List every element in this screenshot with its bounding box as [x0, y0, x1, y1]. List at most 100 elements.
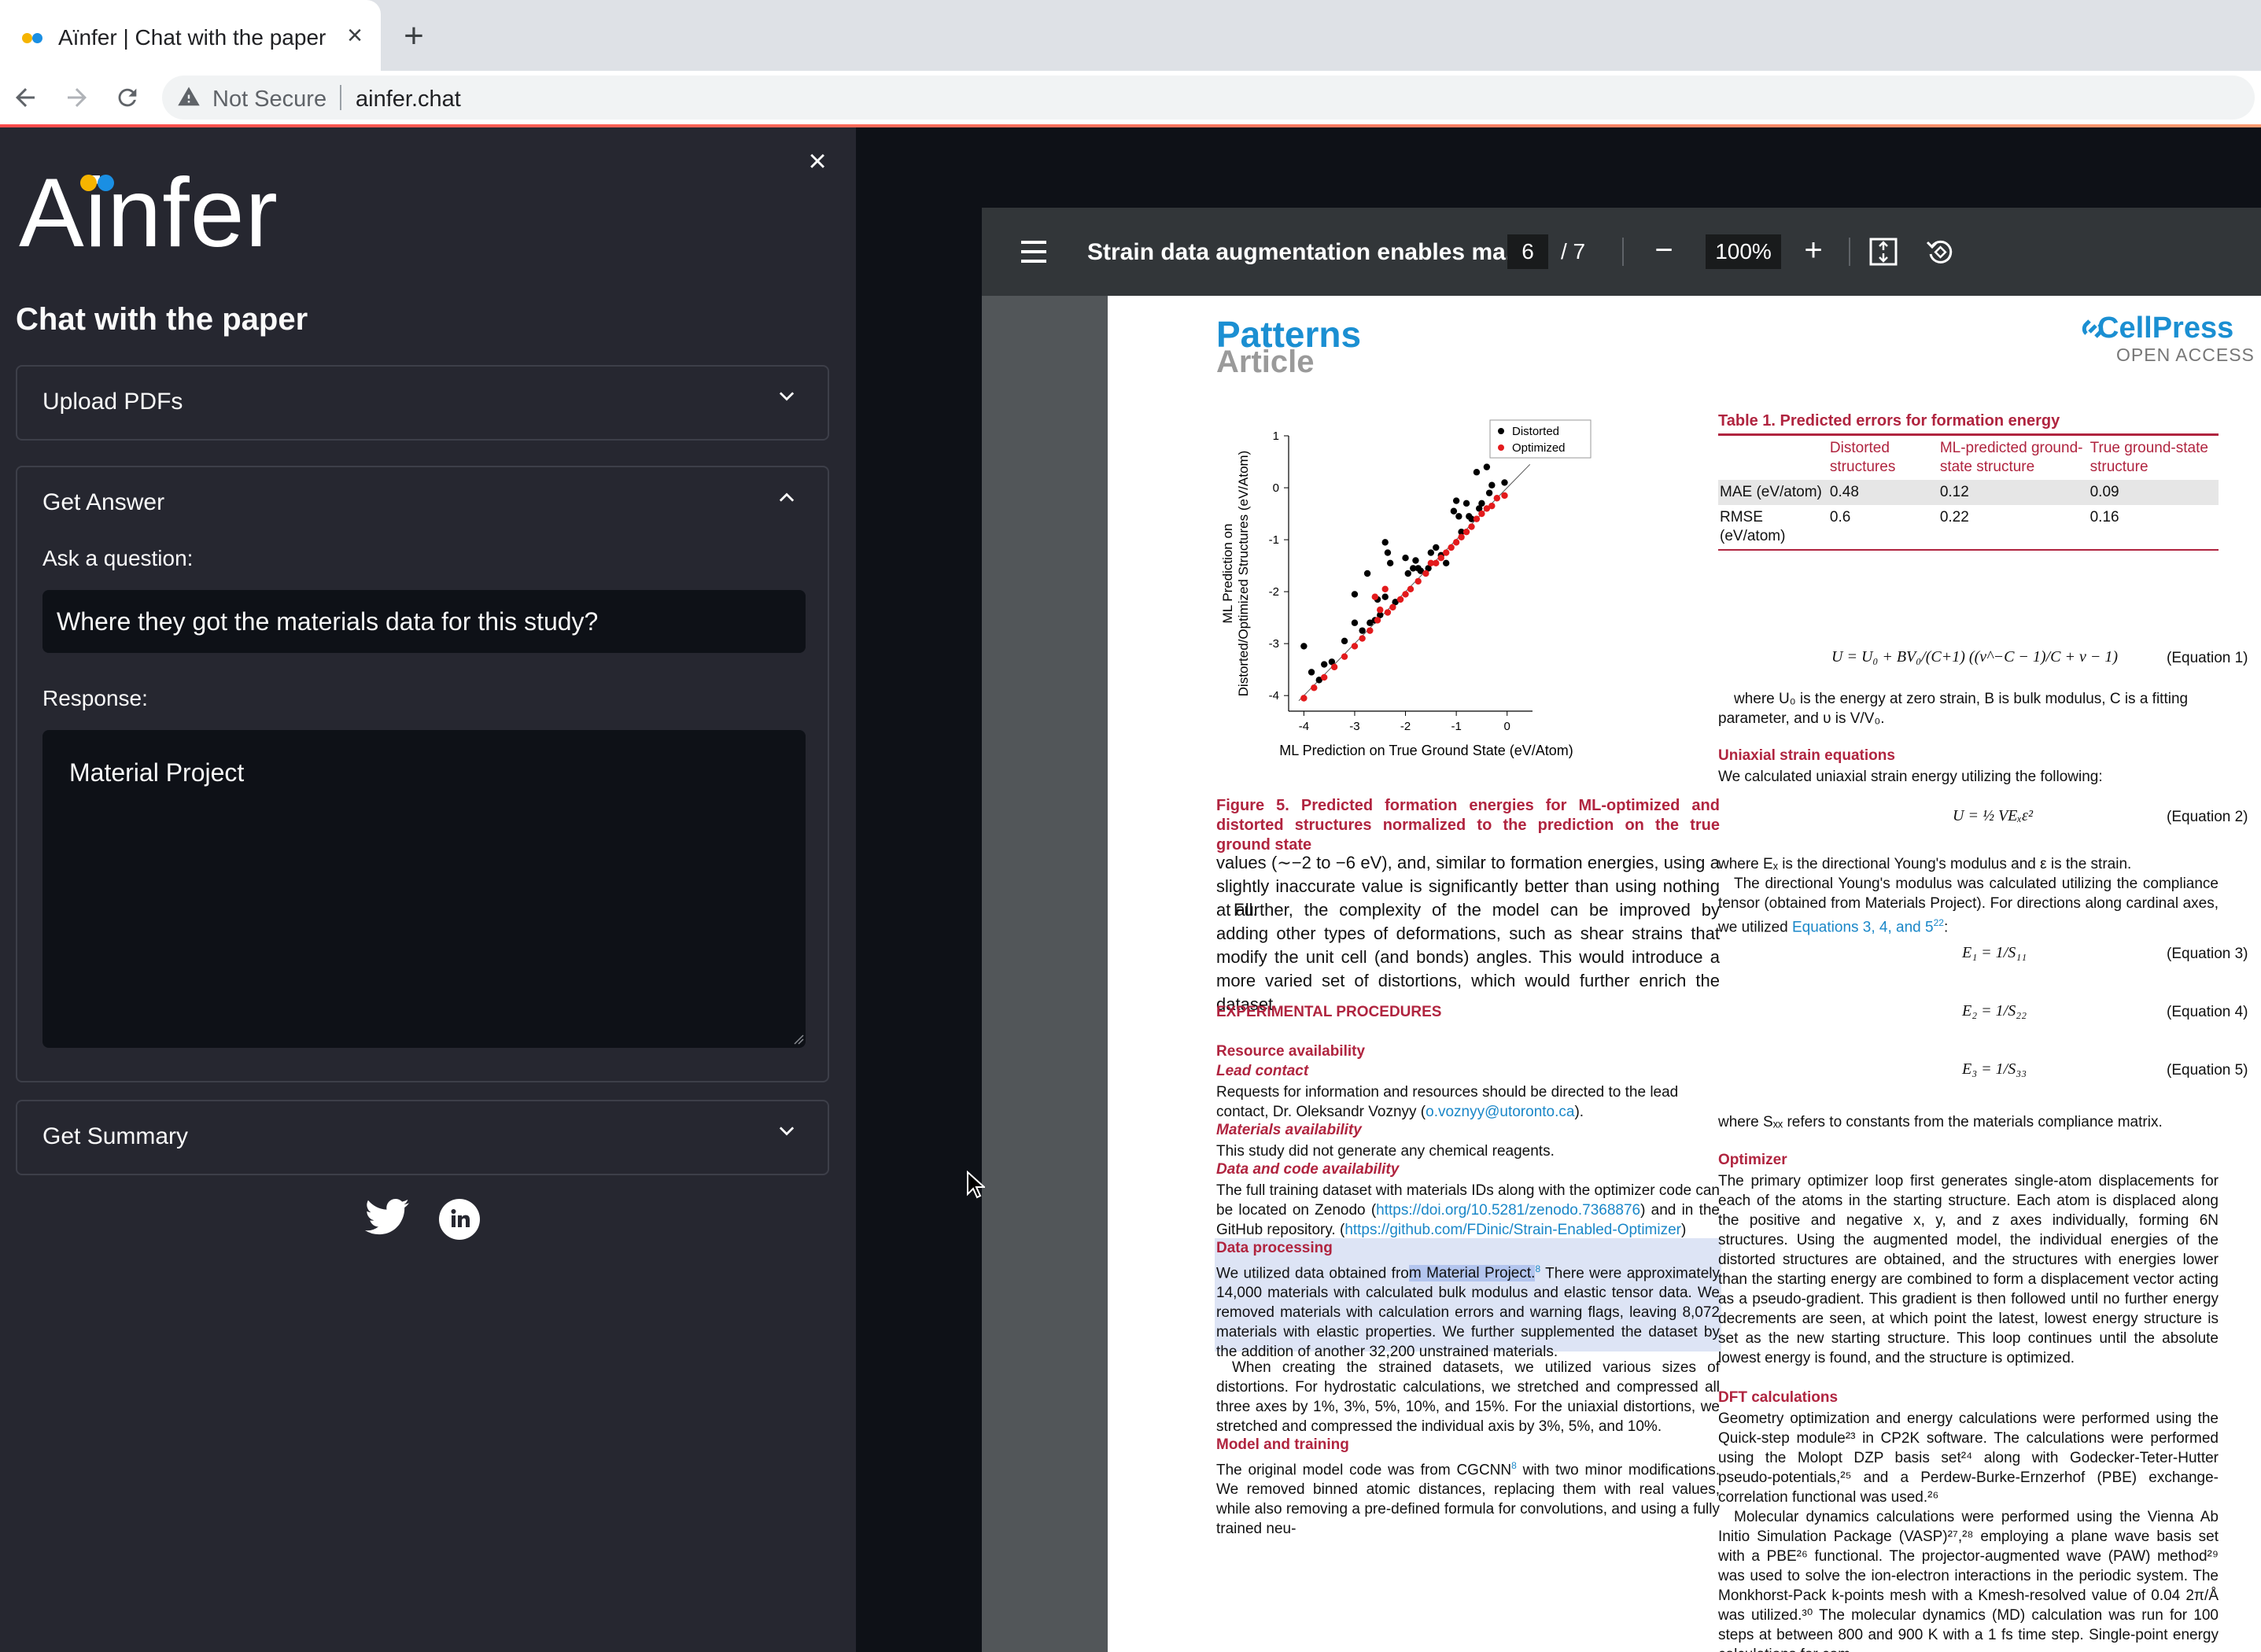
optimized-point [1501, 492, 1508, 500]
reload-icon[interactable] [109, 79, 146, 116]
x-axis-label: ML Prediction on True Ground State (eV/A… [1279, 743, 1573, 758]
body-paragraph: When creating the strained datasets, we … [1216, 1359, 1720, 1435]
x-tick-label: -1 [1451, 720, 1461, 733]
warning-icon[interactable] [176, 85, 201, 110]
body-paragraph: We calculated uniaxial strain energy uti… [1718, 769, 2103, 785]
browser-tabstrip: Aïnfer | Chat with the paper × + [0, 0, 2261, 71]
logo-text: Ainfer [19, 159, 278, 267]
zoom-level-input[interactable]: 100% [1706, 234, 1781, 269]
get-summary-expander[interactable]: Get Summary [16, 1100, 829, 1175]
page-total: / 7 [1561, 239, 1586, 264]
distorted-point [1321, 661, 1328, 668]
lead-contact-text: Requests for information and resources s… [1216, 1084, 1679, 1120]
url-separator [340, 85, 341, 110]
distorted-point [1402, 554, 1409, 562]
distorted-point [1351, 591, 1359, 598]
optimized-point [1389, 603, 1396, 611]
pdf-viewer: Strain data augmentation enables ma... 6… [982, 208, 2261, 1652]
optimized-point [1407, 585, 1415, 593]
x-tick-label: -4 [1299, 720, 1309, 733]
body-paragraph: where U₀ is the energy at zero strain, B… [1718, 691, 2189, 727]
table-header-cell [1718, 436, 1828, 480]
zoom-out-icon[interactable]: − [1647, 234, 1680, 267]
optimized-point [1488, 502, 1496, 510]
zenodo-link[interactable]: https://doi.org/10.5281/zenodo.7368876 [1376, 1202, 1640, 1219]
distorted-point [1308, 669, 1315, 676]
equation-4: E₂ = 1/S₂₂ [1962, 1002, 2027, 1020]
rotate-icon[interactable] [1924, 236, 1956, 267]
table-cell: 0.6 [1829, 509, 1851, 525]
figure-5-chart: -4 -3 -2 -1 0 1 0 -1 -2 -3 -4 ML Prediction on True… [1220, 419, 1592, 758]
email-link[interactable]: o.voznyy@utoronto.ca [1426, 1104, 1574, 1120]
equation-links[interactable]: Equations 3, 4, and 5 [1792, 919, 1934, 935]
distorted-point [1462, 500, 1470, 507]
optimized-point [1433, 559, 1440, 566]
equation-label: (Equation 5) [2167, 1062, 2248, 1079]
distorted-point [1359, 627, 1366, 634]
equation-label: (Equation 3) [2167, 946, 2248, 962]
response-label: Response: [42, 686, 148, 710]
page-number-input[interactable]: 6 [1507, 234, 1548, 269]
distorted-point [1300, 643, 1308, 650]
optimized-point [1415, 577, 1422, 585]
table-header-cell: True ground-state structure [2089, 440, 2208, 475]
distorted-point [1351, 619, 1359, 626]
y-tick-label: 1 [1273, 430, 1279, 443]
subsection-heading: Uniaxial strain equations [1718, 747, 1895, 764]
table-title: Table 1. Predicted errors for formation … [1718, 412, 2219, 436]
zoom-in-icon[interactable]: + [1797, 234, 1830, 267]
table-cell: MAE (eV/atom) [1718, 480, 1828, 505]
optimized-point [1300, 695, 1308, 702]
optimized-point [1478, 510, 1485, 518]
body-paragraph: Geometry optimization and energy calcula… [1718, 1410, 2219, 1506]
legend-marker [1498, 428, 1504, 434]
table-row: RMSE (eV/atom) 0.6 0.22 0.16 [1718, 505, 2219, 550]
table-cell: 0.16 [2089, 509, 2119, 525]
close-sidebar-icon[interactable]: × [801, 145, 834, 178]
toolbar-divider [1622, 238, 1624, 266]
tab-close-icon[interactable]: × [338, 19, 371, 52]
chevron-up-icon[interactable] [774, 486, 799, 514]
optimized-point [1367, 627, 1374, 634]
twitter-icon[interactable] [365, 1197, 409, 1237]
github-link[interactable]: https://github.com/FDinic/Strain-Enabled… [1344, 1222, 1681, 1238]
address-bar[interactable]: Not Secure ainfer.chat [162, 76, 2255, 120]
linkedin-icon[interactable] [439, 1199, 480, 1240]
resize-handle-icon[interactable] [793, 1034, 804, 1045]
body-paragraph: where Sₓₓ refers to constants from the m… [1718, 1114, 2163, 1130]
distorted-point [1386, 559, 1394, 566]
browser-tab[interactable]: Aïnfer | Chat with the paper × [0, 0, 381, 71]
data-code-text: The full training dataset with materials… [1216, 1182, 1720, 1238]
question-input[interactable] [42, 590, 806, 653]
subsection-heading: Data and code availability [1216, 1161, 1400, 1178]
pdf-title: Strain data augmentation enables ma... [1087, 239, 1525, 265]
menu-icon[interactable] [1018, 238, 1049, 266]
url-text: ainfer.chat [356, 87, 461, 112]
distorted-point [1443, 559, 1450, 566]
optimized-point [1422, 570, 1429, 577]
response-textarea[interactable]: Material Project [42, 730, 806, 1048]
back-icon[interactable] [6, 79, 44, 116]
y-tick-label: -4 [1269, 689, 1279, 702]
distorted-point [1452, 497, 1460, 504]
upload-pdfs-expander[interactable]: Upload PDFs [16, 365, 829, 441]
optimized-point [1402, 591, 1409, 598]
table-cell: 0.22 [1939, 509, 1969, 525]
table-header-cell: ML-predicted ground-state structure [1939, 440, 2083, 475]
subsection-heading: DFT calculations [1718, 1389, 1839, 1406]
expander-label[interactable]: Get Answer [42, 489, 164, 516]
y-tick-label: -2 [1269, 585, 1279, 599]
data-processing-text: We utilized data obtained from Material … [1216, 1263, 1721, 1361]
fit-page-icon[interactable] [1868, 236, 1899, 267]
y-axis-label: Distorted/Optimized Structures (eV/Atom) [1236, 451, 1251, 697]
optimized-point [1437, 554, 1444, 562]
subsection-heading: Resource availability [1216, 1043, 1366, 1060]
equation-label: (Equation 1) [2167, 650, 2248, 666]
distorted-point [1473, 469, 1481, 476]
x-tick-label: -2 [1400, 720, 1411, 733]
forward-icon[interactable] [58, 79, 96, 116]
new-tab-icon[interactable]: + [397, 19, 430, 53]
distorted-point [1412, 557, 1419, 564]
x-tick-label: -3 [1349, 720, 1359, 733]
tab-title: Aïnfer | Chat with the paper [58, 25, 326, 50]
